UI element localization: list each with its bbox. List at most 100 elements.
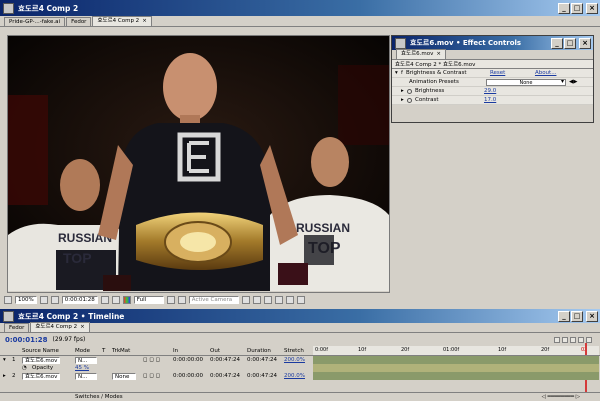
tab-close-icon[interactable]: × [142,18,147,24]
layer-1-mode[interactable]: N... [75,356,97,364]
switches-modes-toggle[interactable]: Switches / Modes [75,394,123,400]
animation-presets-dropdown[interactable]: None [486,78,566,86]
layer-2-switches-icon[interactable]: ◻ ◻ ◻ [143,373,160,379]
comp-marker-icon[interactable] [4,296,12,304]
layer-2-stretch[interactable]: 200.0% [284,373,305,379]
graph-editor-icon[interactable] [586,336,592,343]
col-out[interactable]: Out [210,348,220,354]
tl-tab-close-icon[interactable]: × [80,324,85,330]
layer-1-name[interactable]: 효도르6.mov [22,356,60,364]
layer-2-mode[interactable]: N... [75,372,97,380]
layer-1-stretch[interactable]: 200.0% [284,357,305,363]
fx-icon[interactable]: f [401,70,403,76]
tab-effect-layer[interactable]: 효도르6.mov × [396,49,447,59]
about-link[interactable]: About... [535,70,557,76]
composition-viewer[interactable]: RUSSIAN TOP RUSSIAN TOP [8,35,389,291]
layer-1-switches-icon[interactable]: ◻ ◻ ◻ [143,357,160,363]
ec-minimize-button[interactable]: _ [551,37,563,49]
layer-1-video-switch[interactable]: ▾ [3,357,6,363]
flowchart-icon[interactable] [285,296,294,304]
layer-1-duration-bar[interactable] [313,356,599,364]
col-t[interactable]: T [102,348,105,354]
tl-maximize-button[interactable]: □ [571,310,583,322]
exposure-icon[interactable] [296,296,305,304]
timeline-tabbar: Fedor 효도르4 Comp 2 × [0,322,600,333]
close-button[interactable]: × [586,2,598,14]
layer-2-name[interactable]: 효도르6.mov [22,372,60,380]
comp-window-title: 효도르4 Comp 2 [18,3,79,13]
channel-rgb-icon[interactable] [122,296,131,304]
timeline-toggle-icon[interactable] [274,296,283,304]
comp-titlebar[interactable]: 효도르4 Comp 2 _ □ × [0,0,600,16]
shy-icon[interactable] [578,336,584,343]
layer-1-duration[interactable]: 0:00:47:24 [247,357,277,363]
after-effects-icon [3,2,14,14]
svg-text:RUSSIAN: RUSSIAN [296,221,350,235]
view-layout-icon[interactable] [241,296,250,304]
effect-controls-panel: 효도르6.mov • Effect Controls _ □ × 효도르6.mo… [391,35,594,123]
tl-tab-comp-2[interactable]: 효도르4 Comp 2 × [30,322,90,332]
col-in[interactable]: In [173,348,178,354]
layer-1-in[interactable]: 0:00:00:00 [173,357,203,363]
zoom-slider-icon[interactable]: ◁ ━━━━━━━━ ▷ [542,394,580,400]
layer-2-out[interactable]: 0:00:47:24 [210,373,240,379]
zoom-dropdown[interactable]: 100% [15,296,37,304]
tab-comp-2[interactable]: 효도르4 Comp 2 × [92,16,152,26]
motion-blur-icon[interactable] [562,336,568,343]
transparency-grid-icon[interactable] [177,296,186,304]
contrast-value[interactable]: 17.0 [484,97,496,103]
camera-dropdown[interactable]: Active Camera [188,296,239,304]
layer-1-opacity-row: ◔ Opacity 45 % [0,364,600,372]
tl-tab-fedor[interactable]: Fedor [4,323,30,332]
timeline-column-headers: Source Name Mode T TrkMat In Out Duratio… [0,346,600,356]
reset-link[interactable]: Reset [490,70,535,76]
draft-3d-icon[interactable] [554,336,560,343]
layer-1-out[interactable]: 0:00:47:24 [210,357,240,363]
layer-2-video-switch[interactable]: ▸ [3,373,6,379]
region-of-interest-icon[interactable] [166,296,175,304]
pixel-aspect-icon[interactable] [252,296,261,304]
current-time-field[interactable]: 0:00:01:28 [61,296,98,304]
ec-close-button[interactable]: × [579,37,591,49]
brightness-label: Brightness [415,88,445,94]
layer-2-in[interactable]: 0:00:00:00 [173,373,203,379]
ec-tab-close-icon[interactable]: × [436,51,441,57]
tab-pride-gp[interactable]: Pride-GP-...-fake.ai [4,17,66,26]
tl-minimize-button[interactable]: _ [558,310,570,322]
show-snapshot-icon[interactable] [111,296,120,304]
safe-zones-icon[interactable] [39,296,48,304]
col-duration[interactable]: Duration [247,348,271,354]
timeline-titlebar[interactable]: 효도르4 Comp 2 • Timeline _ □ × [0,309,600,323]
comp-viewer-toolbar: 100% 0:00:01:28 Full Active Camera [0,295,600,305]
tab-fedor[interactable]: Fedor [66,17,92,26]
tl-close-button[interactable]: × [586,310,598,322]
resolution-dropdown[interactable]: Full [133,296,164,304]
effect-controls-titlebar[interactable]: 효도르6.mov • Effect Controls _ □ × [392,36,593,50]
opacity-track[interactable] [313,364,599,372]
opacity-stopwatch-icon[interactable]: ◔ [22,365,27,371]
fast-previews-icon[interactable] [263,296,272,304]
opacity-value[interactable]: 45 % [75,365,89,371]
col-source-name[interactable]: Source Name [22,348,59,354]
timeline-current-time[interactable]: 0:00:01:28 [5,336,48,344]
ec-maximize-button[interactable]: □ [564,37,576,49]
timeline-toolbar: 0:00:01:28 (29.97 fps) [0,333,600,346]
brightness-value[interactable]: 29.0 [484,88,496,94]
maximize-button[interactable]: □ [571,2,583,14]
col-trkmat[interactable]: TrkMat [112,348,130,354]
frame-blending-icon[interactable] [570,336,576,343]
layer-row-1[interactable]: ▾ 1 효도르6.mov N... ◻ ◻ ◻ 0:00:00:00 0:00:… [0,356,600,364]
svg-text:TOP: TOP [63,250,92,266]
col-stretch[interactable]: Stretch [284,348,304,354]
grid-icon[interactable] [50,296,59,304]
layer-2-trkmat[interactable]: None [112,372,136,380]
preset-nav-icon[interactable]: ◀▶ [569,79,577,85]
contrast-stopwatch-icon[interactable] [407,97,412,103]
col-mode[interactable]: Mode [75,348,90,354]
brightness-stopwatch-icon[interactable] [407,88,412,94]
layer-2-duration[interactable]: 0:00:47:24 [247,373,277,379]
snapshot-camera-icon[interactable] [100,296,109,304]
layer-row-2[interactable]: ▸ 2 효도르6.mov N... None ◻ ◻ ◻ 0:00:00:00 … [0,372,600,380]
layer-2-duration-bar[interactable] [313,372,599,380]
minimize-button[interactable]: _ [558,2,570,14]
